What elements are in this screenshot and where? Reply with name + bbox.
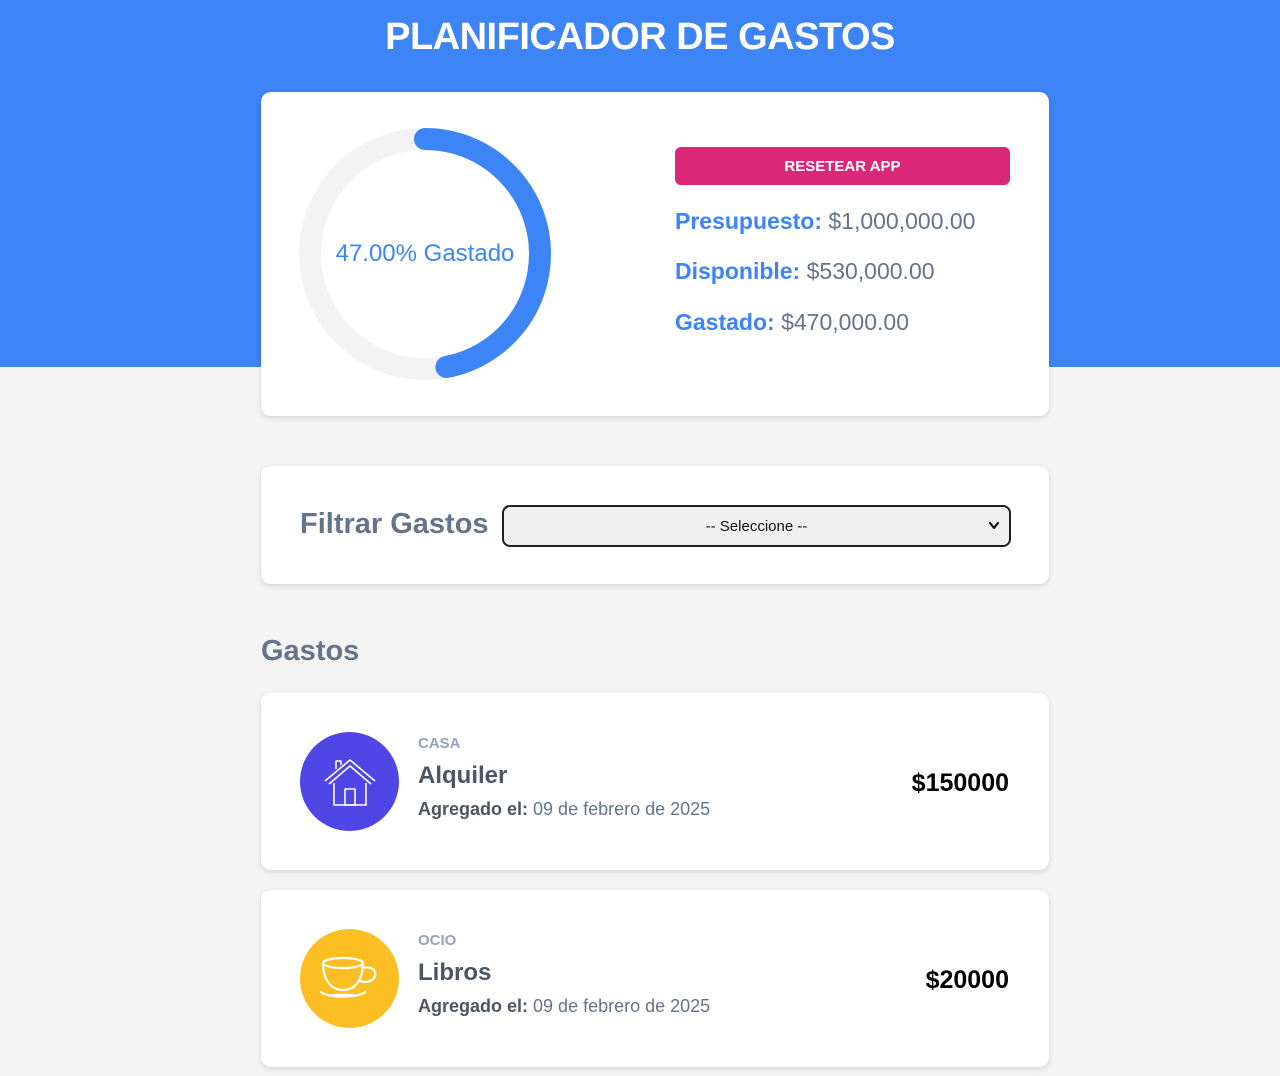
stat-label-gastado: Gastado: <box>675 309 775 335</box>
expense-date-value: 09 de febrero de 2025 <box>533 996 711 1016</box>
filter-label: Filtrar Gastos <box>300 508 489 540</box>
filter-select[interactable]: -- Seleccione -- <box>502 505 1011 547</box>
available-stat: Disponible: $530,000.00 <box>675 258 935 285</box>
expense-amount: $150000 <box>911 769 1009 797</box>
stat-value-gastado: $470,000.00 <box>781 309 909 335</box>
expense-icon-badge <box>300 929 399 1028</box>
budget-stat: Presupuesto: $1,000,000.00 <box>675 208 975 235</box>
chevron-down-icon <box>988 521 1000 530</box>
budget-card: 47.00% Gastado RESETEAR APP Presupuesto:… <box>261 92 1049 416</box>
expense-name: Alquiler <box>418 762 508 789</box>
expenses-section-title: Gastos <box>261 635 360 667</box>
stat-label-disponible: Disponible: <box>675 258 801 284</box>
spent-stat: Gastado: $470,000.00 <box>675 309 909 336</box>
expense-item[interactable]: OCIO Libros Agregado el: 09 de febrero d… <box>261 890 1049 1067</box>
filter-selected-value: -- Seleccione -- <box>705 517 808 535</box>
expense-icon-badge <box>300 732 399 831</box>
expense-date: Agregado el: 09 de febrero de 2025 <box>418 996 710 1017</box>
filter-card: Filtrar Gastos -- Seleccione -- <box>261 466 1049 584</box>
progress-label: 47.00% Gastado <box>335 240 515 267</box>
stat-value-disponible: $530,000.00 <box>806 258 935 284</box>
expense-name: Libros <box>418 959 492 986</box>
expense-category: OCIO <box>418 932 457 949</box>
teacup-icon <box>319 956 376 998</box>
reset-app-button[interactable]: RESETEAR APP <box>675 147 1010 185</box>
app-title: PLANIFICADOR DE GASTOS <box>385 16 895 58</box>
house-icon <box>323 758 376 806</box>
expense-date-label: Agregado el: <box>418 799 529 819</box>
expense-date-label: Agregado el: <box>418 996 529 1016</box>
expense-amount: $20000 <box>925 966 1009 994</box>
stat-label-presupuesto: Presupuesto: <box>675 208 822 234</box>
expense-item[interactable]: CASA Alquiler Agregado el: 09 de febrero… <box>261 693 1049 870</box>
stat-value-presupuesto: $1,000,000.00 <box>828 208 976 234</box>
expense-category: CASA <box>418 735 461 752</box>
expense-date: Agregado el: 09 de febrero de 2025 <box>418 799 710 820</box>
expense-date-value: 09 de febrero de 2025 <box>533 799 711 819</box>
